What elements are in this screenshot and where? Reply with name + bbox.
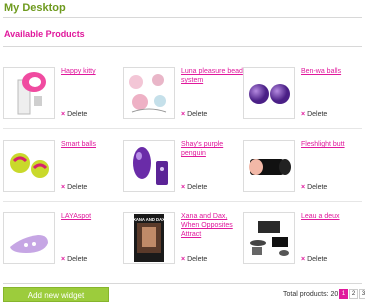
- delete-button[interactable]: × Delete: [61, 184, 87, 191]
- product-name-link[interactable]: Smart balls: [61, 140, 123, 149]
- product-image[interactable]: [123, 140, 175, 192]
- row-divider: [3, 128, 362, 129]
- product-card: Fleshlight butt × Delete: [243, 140, 361, 198]
- delete-x-icon: ×: [301, 184, 306, 191]
- pagination: 1 2 3: [339, 289, 365, 299]
- page-title: My Desktop: [4, 2, 66, 14]
- page-button-1[interactable]: 1: [339, 289, 348, 299]
- product-image[interactable]: [3, 140, 55, 192]
- product-name-link[interactable]: Shay's purple penguin: [181, 140, 243, 158]
- delete-x-icon: ×: [301, 111, 306, 118]
- product-name-link[interactable]: Leau a deux: [301, 212, 363, 221]
- page-button-2[interactable]: 2: [349, 289, 358, 299]
- delete-button[interactable]: × Delete: [301, 184, 327, 191]
- page-button-3[interactable]: 3: [359, 289, 365, 299]
- product-name-link[interactable]: Xana and Dax, When Opposites Attract: [181, 212, 243, 239]
- delete-button[interactable]: × Delete: [301, 111, 327, 118]
- product-name-link[interactable]: Ben-wa balls: [301, 67, 363, 76]
- product-name-link[interactable]: Happy kitty: [61, 67, 123, 76]
- product-card: LAYAspot × Delete: [3, 212, 121, 270]
- product-image[interactable]: [243, 140, 295, 192]
- delete-button[interactable]: × Delete: [61, 256, 87, 263]
- delete-button[interactable]: × Delete: [301, 256, 327, 263]
- delete-button[interactable]: × Delete: [61, 111, 87, 118]
- title-divider: [3, 17, 362, 18]
- row-divider: [3, 201, 362, 202]
- delete-button[interactable]: × Delete: [181, 256, 207, 263]
- product-card: Ben-wa balls × Delete: [243, 67, 361, 125]
- product-image[interactable]: [123, 67, 175, 119]
- delete-button[interactable]: × Delete: [181, 184, 207, 191]
- dvd-cover-text: XANA AND DAX: [133, 217, 165, 222]
- product-name-link[interactable]: LAYAspot: [61, 212, 123, 221]
- product-image[interactable]: [3, 67, 55, 119]
- section-divider: [3, 46, 362, 47]
- product-card: Leau a deux × Delete: [243, 212, 361, 270]
- product-card: XANA AND DAX Xana and Dax, When Opposite…: [123, 212, 241, 270]
- product-card: Luna pleasure bead system × Delete: [123, 67, 243, 125]
- total-products-label: Total products: 20: [283, 291, 339, 298]
- product-card: Happy kitty × Delete: [3, 67, 121, 125]
- footer-divider: [3, 283, 362, 284]
- product-image[interactable]: [3, 212, 55, 264]
- delete-x-icon: ×: [61, 111, 66, 118]
- product-image[interactable]: [243, 67, 295, 119]
- add-new-widget-button[interactable]: Add new widget: [3, 287, 109, 302]
- product-card: Smart balls × Delete: [3, 140, 121, 198]
- delete-button[interactable]: × Delete: [181, 111, 207, 118]
- delete-x-icon: ×: [61, 256, 66, 263]
- delete-x-icon: ×: [301, 256, 306, 263]
- product-card: Shay's purple penguin × Delete: [123, 140, 241, 198]
- delete-x-icon: ×: [61, 184, 66, 191]
- product-name-link[interactable]: Luna pleasure bead system: [181, 67, 243, 85]
- product-name-link[interactable]: Fleshlight butt: [301, 140, 363, 149]
- delete-x-icon: ×: [181, 256, 186, 263]
- delete-x-icon: ×: [181, 111, 186, 118]
- product-image[interactable]: [243, 212, 295, 264]
- delete-x-icon: ×: [181, 184, 186, 191]
- section-title: Available Products: [4, 29, 85, 39]
- product-image[interactable]: XANA AND DAX: [123, 212, 175, 264]
